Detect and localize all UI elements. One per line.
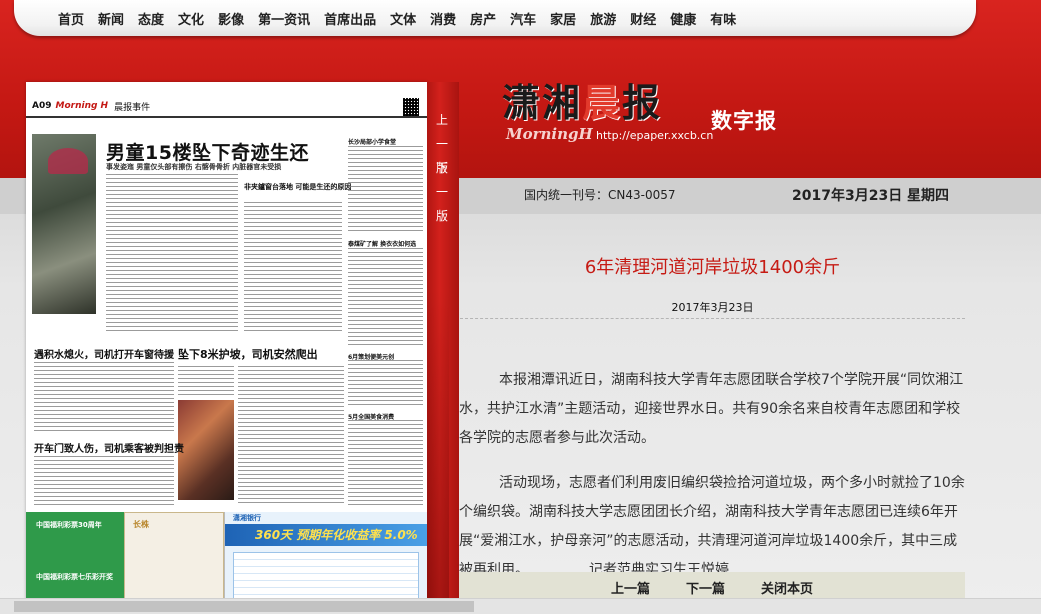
nav-item-health[interactable]: 健康 — [670, 9, 696, 28]
top-nav: 首页 新闻 态度 文化 影像 第一资讯 首席出品 文体 消费 房产 汽车 家居 … — [14, 0, 976, 36]
title-divider — [460, 318, 965, 319]
paper-headline[interactable]: 男童15楼坠下奇迹生还 — [106, 138, 309, 165]
close-page-link[interactable]: 关闭本页 — [761, 578, 813, 597]
nav-item-consume[interactable]: 消费 — [430, 9, 456, 28]
paper-subheadline: 事发姿迤 男童仅头部有擦伤 右髂骨骨折 内脏器官未受损 — [106, 163, 282, 171]
qr-code-icon — [403, 98, 419, 116]
paper-right-headline-2: 泰煤矿了解 换衣衣如何选 — [348, 241, 417, 248]
article-paragraph: 活动现场，志愿者们利用废旧编织袋捡拾河道垃圾，两个多小时就捡了10余个编织袋。湖… — [459, 469, 965, 585]
paper-side-headline: 非夹鑪窗台落地 可能是生还的原因 — [244, 183, 352, 191]
logo-part-1: 潇湘 — [502, 80, 583, 125]
article-date: 2017年3月23日 — [671, 301, 754, 314]
lottery-ad-line1: 中国福利彩票30周年 — [36, 521, 102, 529]
paper-headline-b3[interactable]: 开车门致人伤，司机乘客被判担责 — [34, 440, 184, 455]
news-photo[interactable] — [32, 134, 96, 314]
paragraph-1-text: 本报湘潭讯近日，湖南科技大学青年志愿团联合学校7个学院开展“同饮湘江水，共护江水… — [459, 372, 964, 446]
article-body: 本报湘潭讯近日，湖南科技大学青年志愿团联合学校7个学院开展“同饮湘江水，共护江水… — [459, 366, 965, 601]
next-page-link[interactable]: 下一版 — [435, 156, 449, 228]
paper-headline-b1[interactable]: 遇积水熄火，司机打开车窗待援 — [34, 346, 174, 361]
nav-item-culture[interactable]: 文化 — [178, 9, 204, 28]
scrollbar-thumb[interactable] — [14, 601, 474, 612]
nav-item-travel[interactable]: 旅游 — [590, 9, 616, 28]
site-url: http://epaper.xxcb.cn — [596, 129, 714, 142]
article-paragraph: 本报湘潭讯近日，湖南科技大学青年志愿团联合学校7个学院开展“同饮湘江水，共护江水… — [459, 366, 965, 453]
paper-right-headline-1: 长沙局部小学食堂 — [348, 139, 397, 146]
article-text-block — [34, 456, 174, 506]
lottery-ad-line2: 中国福利彩票七乐彩开奖 — [36, 573, 113, 581]
digital-edition-label: 数字报 — [711, 109, 777, 133]
article-text-block — [348, 360, 423, 408]
article-text-block — [348, 146, 423, 234]
property-ad-title: 长株 — [133, 520, 149, 529]
article-text-block — [34, 362, 174, 434]
nav-item-attitude[interactable]: 态度 — [138, 9, 164, 28]
article-text-block — [178, 366, 234, 396]
paper-header: A09 Morning H 晨报事件 — [26, 96, 427, 118]
next-article-link[interactable]: 下一篇 — [686, 578, 725, 597]
article-title: 6年清理河道河岸垃圾1400余斤 — [584, 257, 841, 278]
prev-article-link[interactable]: 上一篇 — [611, 578, 650, 597]
paper-headline-b2[interactable]: 坠下8米护坡，司机安然爬出 — [178, 346, 318, 362]
page-nav-tab-shade — [427, 290, 449, 614]
newspaper-page-thumbnail[interactable]: A09 Morning H 晨报事件 男童15楼坠下奇迹生还 事发姿迤 男童仅头… — [26, 82, 427, 614]
page-number: A09 — [32, 101, 52, 111]
bank-ad-logo: 潇湘银行 — [233, 514, 261, 522]
nav-item-first-info[interactable]: 第一资讯 — [258, 9, 310, 28]
horizontal-scrollbar[interactable] — [0, 598, 1041, 614]
logo-part-3: 报 — [622, 80, 663, 125]
nav-item-home-deco[interactable]: 家居 — [550, 9, 576, 28]
article-text-block — [244, 202, 342, 334]
nav-item-sports[interactable]: 文体 — [390, 9, 416, 28]
issue-date: 2017年3月23日 星期四 — [792, 188, 950, 204]
article-text-block — [348, 248, 423, 346]
bank-ad-rate: 360天 预期年化收益率 5.0% — [255, 528, 418, 542]
nav-item-realestate[interactable]: 房产 — [470, 9, 496, 28]
issn-label: 国内统一刊号：CN43-0057 — [524, 188, 676, 202]
article-text-block — [348, 420, 423, 508]
logo-english: MorningH — [506, 125, 593, 143]
logo-part-2: 晨 — [582, 80, 623, 125]
section-name: 晨报事件 — [114, 102, 151, 113]
nav-item-auto[interactable]: 汽车 — [510, 9, 536, 28]
article-text-block — [238, 366, 344, 504]
nav-item-chief-produce[interactable]: 首席出品 — [324, 9, 376, 28]
nav-item-news[interactable]: 新闻 — [98, 9, 124, 28]
article-text-block — [106, 174, 238, 334]
nav-item-taste[interactable]: 有味 — [710, 9, 736, 28]
news-photo[interactable] — [178, 400, 234, 500]
nav-item-finance[interactable]: 财经 — [630, 9, 656, 28]
paper-logo: Morning H — [55, 101, 109, 111]
nav-item-image[interactable]: 影像 — [218, 9, 244, 28]
nav-item-home[interactable]: 首页 — [58, 9, 84, 28]
newspaper-logo[interactable]: 潇湘晨报 — [502, 72, 662, 127]
